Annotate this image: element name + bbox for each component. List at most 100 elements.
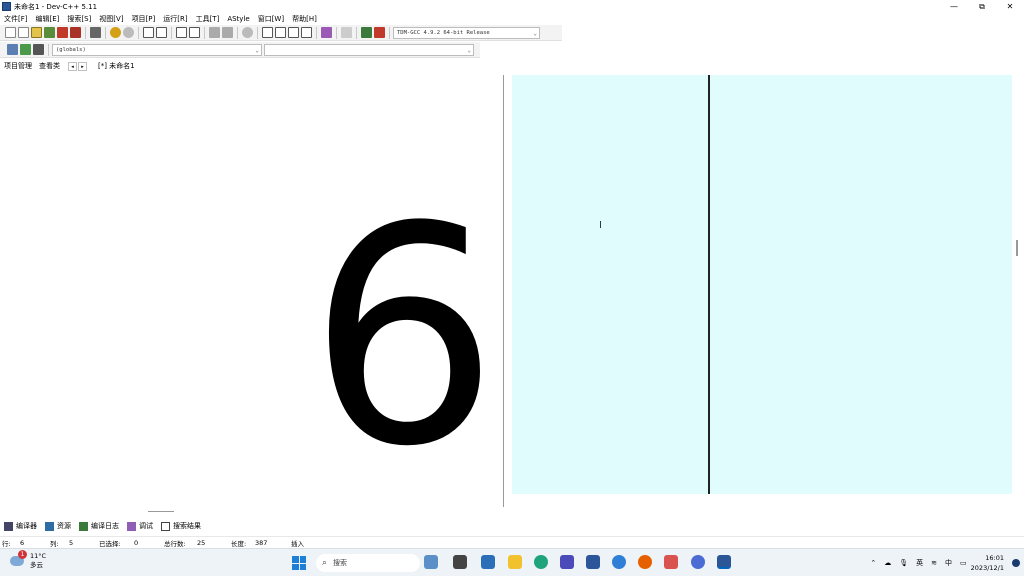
word-icon[interactable] (586, 555, 600, 569)
member-select[interactable]: ⌄ (264, 43, 474, 56)
tab-scroll-left-icon[interactable]: ◂ (68, 61, 77, 71)
windows-taskbar: 1 11°C 多云 ⌕ 搜索 ⌃ ☁ 🎙 英 ≋ 中 ▭ 16:01 2023/… (0, 548, 1024, 576)
cube-app-icon[interactable] (691, 555, 705, 569)
tab-scroll-right-icon[interactable]: ▸ (78, 61, 87, 71)
firefox-icon[interactable] (638, 555, 652, 569)
tool-app-icon[interactable] (664, 555, 678, 569)
check-syntax-icon[interactable] (321, 27, 332, 38)
debug-icon[interactable] (374, 27, 385, 38)
restore-button[interactable]: ⧉ (968, 0, 996, 13)
print-icon[interactable] (90, 27, 101, 38)
menu-tools[interactable]: 工具[T] (192, 13, 224, 25)
open-file-icon[interactable] (18, 27, 29, 38)
compiler-grid-icon (4, 521, 13, 531)
profile-chart-icon[interactable] (361, 27, 372, 38)
k-app-icon[interactable] (612, 555, 626, 569)
menu-file[interactable]: 文件[F] (0, 13, 32, 25)
goto-bookmark-icon[interactable] (33, 44, 44, 55)
project-view-icon[interactable] (262, 27, 273, 38)
input-language-indicator[interactable]: 英 (916, 558, 923, 568)
toolbar-separator (237, 26, 238, 39)
save-all-icon[interactable] (44, 27, 55, 38)
output-digit: 6 (308, 163, 499, 512)
devcpp-taskbar-icon[interactable] (717, 555, 731, 569)
indent-icon[interactable] (209, 27, 220, 38)
landscape-widget-icon[interactable] (424, 555, 438, 569)
menu-astyle[interactable]: AStyle (223, 13, 253, 25)
toggle-bookmark-icon[interactable] (20, 44, 31, 55)
horizontal-scrollbar[interactable] (148, 511, 174, 512)
minimize-button[interactable]: — (940, 0, 968, 13)
notification-center-icon[interactable] (1012, 559, 1020, 567)
editor-area[interactable]: 6 I (0, 73, 1018, 512)
menu-bar: 文件[F] 编辑[E] 搜索[S] 视图[V] 项目[P] 运行[R] 工具[T… (0, 13, 1024, 25)
taskbar-search[interactable]: ⌕ 搜索 (316, 554, 420, 572)
replace-icon[interactable] (156, 27, 167, 38)
output-canvas[interactable]: I (512, 75, 1012, 494)
tab-resources[interactable]: 资源 (41, 521, 71, 531)
menu-edit[interactable]: 编辑[E] (32, 13, 64, 25)
tab-editor-file[interactable]: [*] 未命名1 (96, 61, 137, 71)
tab-compiler[interactable]: 编译器 (0, 521, 37, 531)
window-layout-icon[interactable] (288, 27, 299, 38)
weather-widget[interactable]: 1 11°C 多云 (10, 550, 46, 570)
goto-function-icon[interactable] (189, 27, 200, 38)
status-length-value: 387 (255, 538, 268, 547)
redo-icon[interactable] (123, 27, 134, 38)
tab-debug-label: 调试 (139, 522, 153, 530)
folder-icon[interactable] (508, 555, 522, 569)
unindent-icon[interactable] (222, 27, 233, 38)
windows-start-icon[interactable] (292, 556, 306, 570)
menu-help[interactable]: 帮助[H] (288, 13, 321, 25)
ime-mode-indicator[interactable]: 中 (945, 558, 952, 568)
wifi-icon[interactable]: ≋ (931, 559, 937, 567)
store-icon[interactable] (481, 555, 495, 569)
grid-icon[interactable] (301, 27, 312, 38)
status-selected-value: 0 (134, 538, 139, 547)
insert-icon[interactable] (7, 44, 18, 55)
status-total-value: 25 (197, 538, 206, 547)
save-icon[interactable] (31, 27, 42, 38)
bottom-panel-tabs: 编译器 资源 编译日志 调试 搜索结果 (0, 519, 205, 533)
stop-icon[interactable] (341, 27, 352, 38)
tab-compile-log-label: 编译日志 (91, 522, 119, 530)
new-file-icon[interactable] (5, 27, 16, 38)
goto-line-icon[interactable] (176, 27, 187, 38)
close-file-icon[interactable] (57, 27, 68, 38)
chevron-up-icon[interactable]: ⌃ (870, 559, 876, 567)
compiler-select[interactable]: TDM-GCC 4.9.2 64-bit Release ⌄ (393, 26, 540, 39)
menu-search[interactable]: 搜索[S] (63, 13, 95, 25)
window-controls: — ⧉ ✕ (940, 0, 1024, 13)
scope-select[interactable]: (globals) ⌄ (52, 43, 262, 56)
main-toolbar: TDM-GCC 4.9.2 64-bit Release ⌄ (0, 25, 562, 41)
menu-project[interactable]: 项目[P] (128, 13, 160, 25)
clock[interactable]: 16:01 2023/12/1 (971, 553, 1004, 573)
cloud-sync-icon[interactable]: ☁ (884, 559, 891, 567)
menu-run[interactable]: 运行[R] (159, 13, 191, 25)
vertical-scrollbar[interactable] (1016, 240, 1018, 256)
notes-app-icon[interactable] (560, 555, 574, 569)
tab-search-results[interactable]: 搜索结果 (157, 521, 201, 531)
cloud-icon: 1 (10, 550, 27, 566)
status-col-value: 5 (69, 538, 74, 547)
menu-window[interactable]: 窗口[W] (254, 13, 288, 25)
clock-time: 16:01 (985, 554, 1004, 562)
text-cursor-icon: I (599, 220, 602, 231)
undo-icon[interactable] (110, 27, 121, 38)
tab-debug[interactable]: 调试 (123, 521, 153, 531)
menu-view[interactable]: 视图[V] (95, 13, 127, 25)
battery-icon[interactable]: ▭ (960, 559, 967, 567)
find-icon[interactable] (143, 27, 154, 38)
close-all-icon[interactable] (70, 27, 81, 38)
status-total-label: 总行数: (164, 539, 186, 548)
edge-browser-icon[interactable] (534, 555, 548, 569)
tab-class-browser[interactable]: 查看类 (37, 61, 62, 71)
file-explorer-l-icon[interactable] (453, 555, 467, 569)
tab-compile-log[interactable]: 编译日志 (75, 521, 119, 531)
close-button[interactable]: ✕ (996, 0, 1024, 13)
toggle-comment-icon[interactable] (242, 27, 253, 38)
microphone-icon[interactable]: 🎙 (899, 559, 908, 567)
tab-project-manager[interactable]: 项目管理 (0, 61, 34, 71)
panel-splitter[interactable] (503, 75, 504, 507)
status-bar-icon[interactable] (275, 27, 286, 38)
